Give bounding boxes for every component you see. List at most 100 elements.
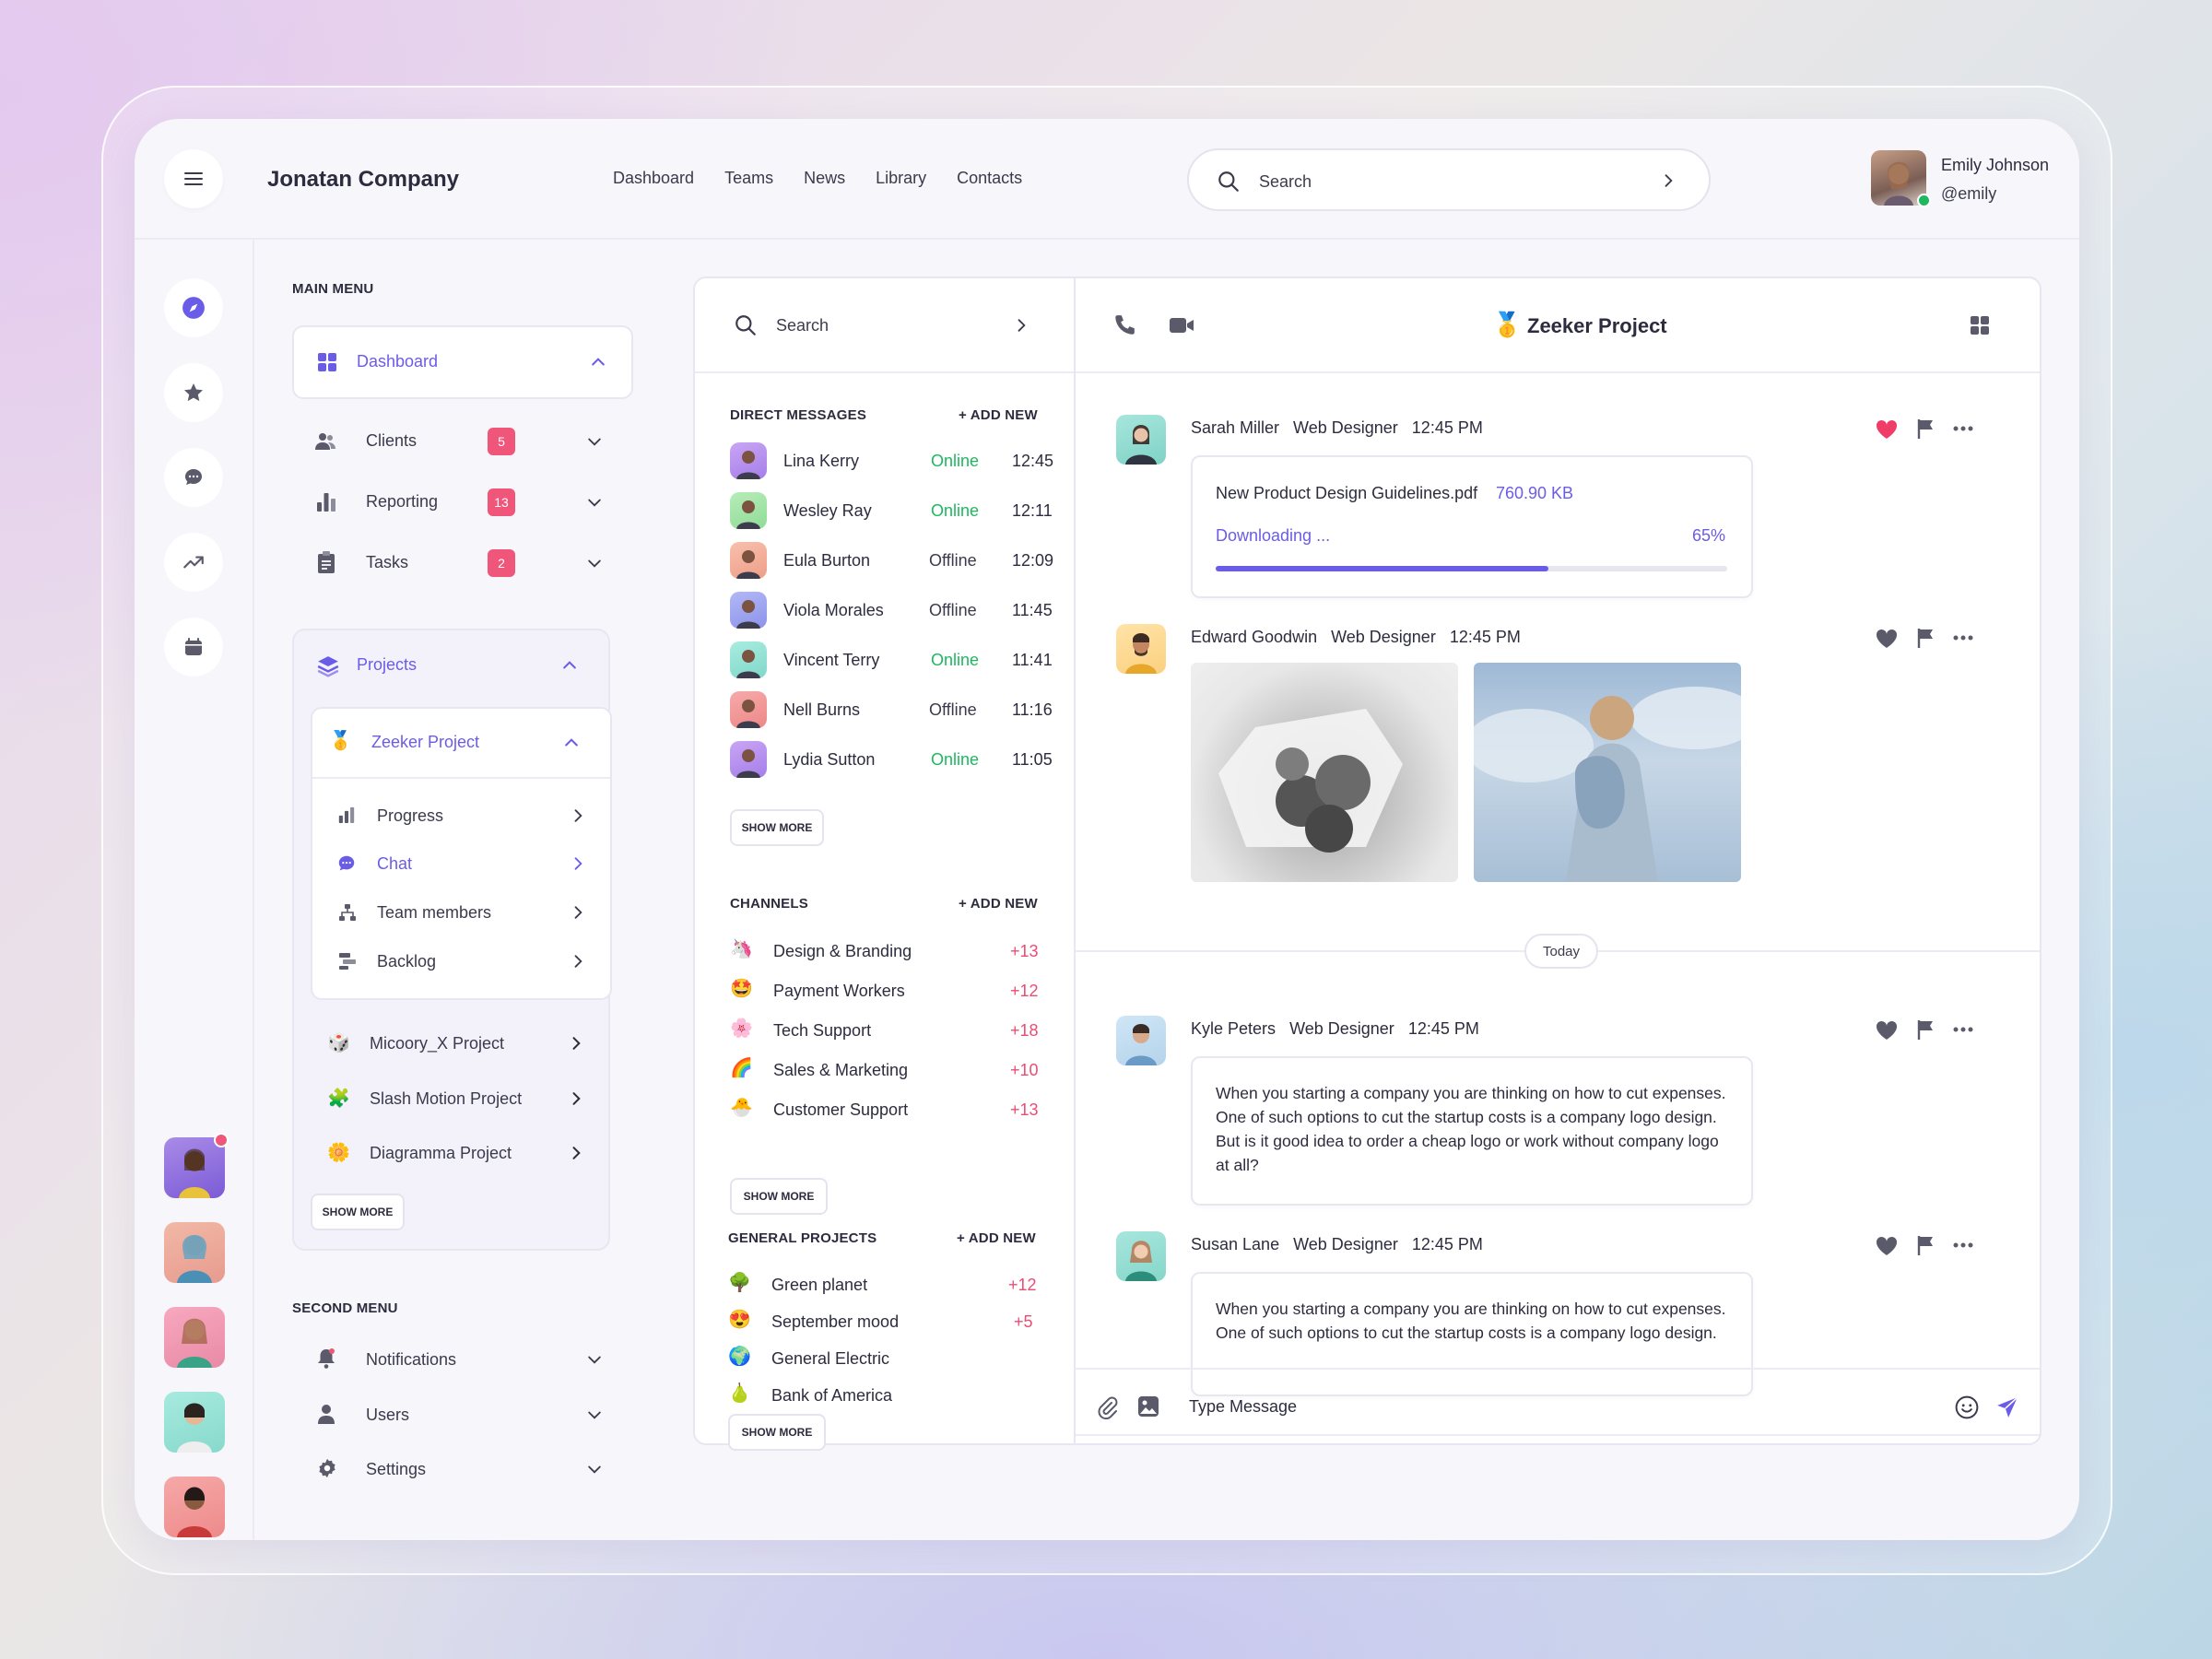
chevron-up-icon[interactable]	[589, 353, 607, 371]
chevron-down-icon[interactable]	[585, 1350, 604, 1369]
sender-name[interactable]: Sarah Miller	[1191, 418, 1279, 437]
heart-icon[interactable]	[1876, 629, 1898, 649]
project-diagramma[interactable]: 🌼 Diagramma Project	[311, 1133, 596, 1173]
channel-row[interactable]: 🦄 Design & Branding +13	[730, 935, 1043, 968]
sender-name[interactable]: Kyle Peters	[1191, 1019, 1276, 1038]
message-input[interactable]: Type Message	[1189, 1397, 1297, 1417]
channels-add-new-button[interactable]: + ADD NEW	[959, 896, 1038, 912]
channel-row[interactable]: 🌸 Tech Support +18	[730, 1014, 1043, 1047]
channel-row[interactable]: 🤩 Payment Workers +12	[730, 974, 1043, 1007]
nav-contacts[interactable]: Contacts	[957, 169, 1022, 188]
active-project-header[interactable]: 🥇 Zeeker Project	[312, 709, 610, 779]
file-attachment-card[interactable]: New Product Design Guidelines.pdf 760.90…	[1191, 455, 1753, 598]
general-project-row[interactable]: 🌍 General Electric	[728, 1342, 1041, 1375]
chevron-up-icon[interactable]	[562, 734, 581, 752]
chevron-down-icon[interactable]	[585, 1406, 604, 1424]
sender-avatar[interactable]	[1116, 1231, 1166, 1281]
general-project-row[interactable]: 😍 September mood +5	[728, 1305, 1041, 1338]
subitem-progress[interactable]: Progress	[312, 797, 610, 834]
general-project-row[interactable]: 🍐 Bank of America	[728, 1379, 1041, 1412]
more-horizontal-icon[interactable]	[1953, 1242, 1973, 1248]
hamburger-menu-button[interactable]	[164, 149, 223, 208]
send-icon[interactable]	[1995, 1395, 2019, 1419]
menu-item-settings[interactable]: Settings	[292, 1448, 633, 1488]
more-horizontal-icon[interactable]	[1953, 635, 1973, 641]
general-show-more-button[interactable]: SHOW MORE	[728, 1414, 826, 1451]
phone-icon[interactable]	[1112, 313, 1136, 337]
contact-avatar-1[interactable]	[164, 1137, 225, 1198]
sender-avatar[interactable]	[1116, 415, 1166, 465]
menu-item-reporting[interactable]: Reporting 13	[292, 479, 633, 525]
channels-show-more-button[interactable]: SHOW MORE	[730, 1178, 828, 1215]
chevron-down-icon[interactable]	[585, 432, 604, 451]
chevron-right-icon[interactable]	[1012, 316, 1030, 335]
heart-icon[interactable]	[1876, 419, 1898, 440]
dm-name: Lydia Sutton	[783, 750, 876, 769]
project-micoory[interactable]: 🎲 Micoory_X Project	[311, 1023, 596, 1064]
video-camera-icon[interactable]	[1169, 315, 1194, 335]
chevron-down-icon[interactable]	[585, 1460, 604, 1478]
rail-chat-button[interactable]	[164, 448, 223, 507]
contact-avatar-3[interactable]	[164, 1307, 225, 1368]
subitem-chat[interactable]: Chat	[312, 845, 610, 882]
heart-icon[interactable]	[1876, 1236, 1898, 1256]
dm-row[interactable]: Eula Burton Offline 12:09	[730, 540, 1053, 581]
menu-item-tasks[interactable]: Tasks 2	[292, 540, 633, 586]
dm-add-new-button[interactable]: + ADD NEW	[959, 407, 1038, 423]
messages-search-input[interactable]: Search	[695, 278, 1074, 373]
general-add-new-button[interactable]: + ADD NEW	[957, 1230, 1036, 1246]
contact-avatar-4[interactable]	[164, 1392, 225, 1453]
nav-teams[interactable]: Teams	[724, 169, 773, 188]
channel-row[interactable]: 🌈 Sales & Marketing +10	[730, 1053, 1043, 1087]
general-project-row[interactable]: 🌳 Green planet +12	[728, 1268, 1041, 1301]
subitem-team-members[interactable]: Team members	[312, 894, 610, 931]
image-attachment-1[interactable]	[1191, 663, 1458, 882]
heart-icon[interactable]	[1876, 1020, 1898, 1041]
menu-item-notifications[interactable]: Notifications	[292, 1338, 633, 1379]
flag-icon[interactable]	[1917, 418, 1936, 439]
more-horizontal-icon[interactable]	[1953, 1027, 1973, 1032]
subitem-backlog[interactable]: Backlog	[312, 943, 610, 980]
chevron-up-icon[interactable]	[560, 656, 579, 675]
nav-library[interactable]: Library	[876, 169, 926, 188]
dm-show-more-button[interactable]: SHOW MORE	[730, 809, 824, 846]
menu-item-users[interactable]: Users	[292, 1394, 633, 1434]
nav-news[interactable]: News	[804, 169, 845, 188]
image-attachment-2[interactable]	[1465, 663, 1759, 882]
sender-avatar[interactable]	[1116, 624, 1166, 674]
contact-avatar-5[interactable]	[164, 1477, 225, 1537]
sender-avatar[interactable]	[1116, 1016, 1166, 1065]
menu-dashboard[interactable]: Dashboard	[292, 325, 633, 399]
rail-explore-button[interactable]	[164, 278, 223, 337]
rail-favorites-button[interactable]	[164, 363, 223, 422]
paperclip-icon[interactable]	[1096, 1395, 1118, 1419]
sender-name[interactable]: Edward Goodwin	[1191, 628, 1317, 646]
dm-row[interactable]: Lydia Sutton Online 11:05	[730, 739, 1053, 780]
emoji-icon[interactable]	[1955, 1395, 1979, 1419]
dm-row[interactable]: Vincent Terry Online 11:41	[730, 640, 1053, 680]
flag-icon[interactable]	[1917, 1019, 1936, 1040]
flag-icon[interactable]	[1917, 628, 1936, 648]
dm-row[interactable]: Lina Kerry Online 12:45	[730, 441, 1053, 481]
chevron-down-icon[interactable]	[585, 493, 604, 512]
projects-label[interactable]: Projects	[357, 655, 417, 675]
project-slash-motion[interactable]: 🧩 Slash Motion Project	[311, 1078, 596, 1119]
image-icon[interactable]	[1137, 1395, 1159, 1418]
chevron-down-icon[interactable]	[585, 554, 604, 572]
header-search-input[interactable]: Search	[1187, 148, 1711, 211]
contact-avatar-2[interactable]	[164, 1222, 225, 1283]
channel-row[interactable]: 🐣 Customer Support +13	[730, 1093, 1043, 1126]
projects-show-more-button[interactable]: SHOW MORE	[311, 1194, 405, 1230]
rail-trending-button[interactable]	[164, 533, 223, 592]
sender-name[interactable]: Susan Lane	[1191, 1235, 1279, 1253]
chevron-right-icon[interactable]	[1659, 171, 1677, 190]
dm-row[interactable]: Viola Morales Offline 11:45	[730, 590, 1053, 630]
dm-row[interactable]: Nell Burns Offline 11:16	[730, 689, 1053, 730]
menu-item-clients[interactable]: Clients 5	[292, 418, 633, 465]
grid-icon[interactable]	[1969, 314, 1991, 336]
rail-calendar-button[interactable]	[164, 618, 223, 677]
more-horizontal-icon[interactable]	[1953, 426, 1973, 431]
flag-icon[interactable]	[1917, 1235, 1936, 1255]
nav-dashboard[interactable]: Dashboard	[613, 169, 694, 188]
dm-row[interactable]: Wesley Ray Online 12:11	[730, 490, 1053, 531]
